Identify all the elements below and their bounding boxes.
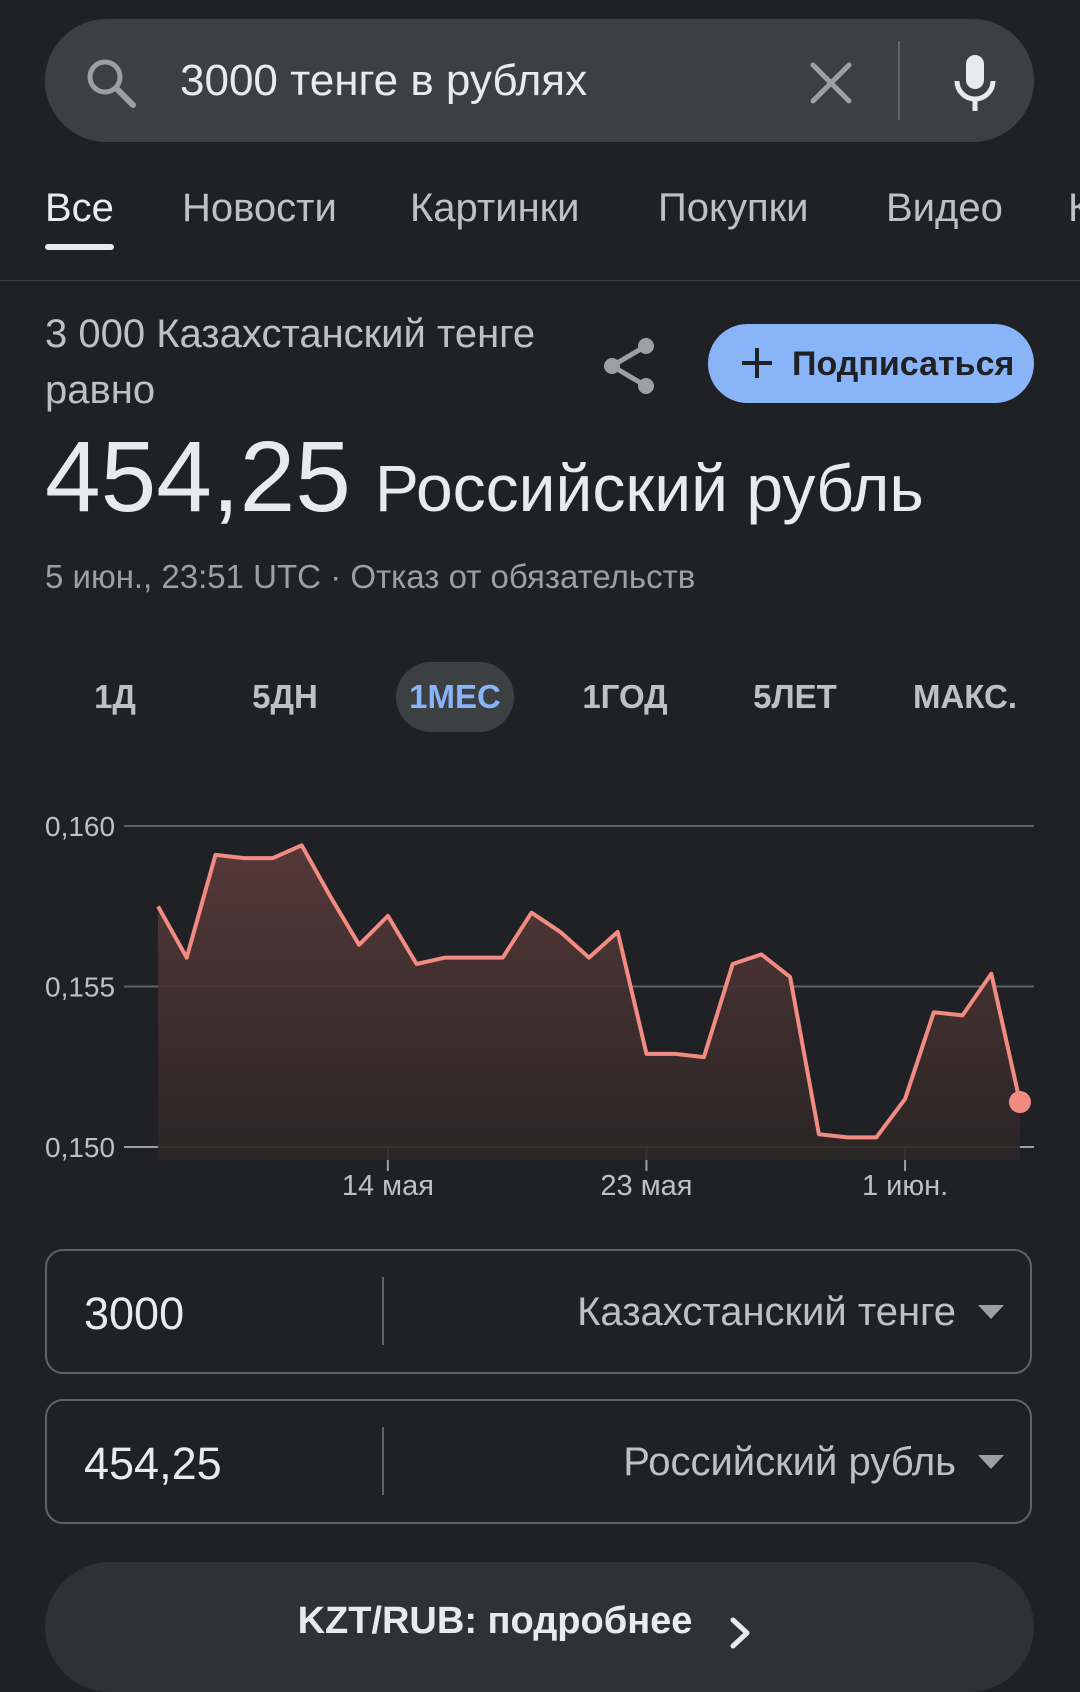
chart-area-fill [158,845,1020,1160]
data-point [471,955,477,961]
from-divider [382,1277,384,1345]
data-point [931,1009,937,1015]
search-divider [898,41,900,120]
tab-images[interactable]: Картинки [410,184,580,232]
data-point [787,974,793,980]
from-converter: 3000 Казахстанский тенге [45,1249,1032,1374]
result-currency: Российский рубль [374,451,924,525]
subscribe-button[interactable]: Подписаться [708,324,1034,403]
range-5d[interactable]: 5ДН [230,662,340,732]
meta-separator: · [330,558,342,595]
data-point [327,894,333,900]
timestamp: 5 июн., 23:51 UTC [45,558,322,595]
close-icon[interactable] [807,59,855,107]
data-point [845,1134,851,1140]
tab-overflow[interactable]: К [1068,184,1080,232]
data-point [988,971,994,977]
x-tick-label: 1 июн. [862,1170,948,1202]
conversion-meta: 5 июн., 23:51 UTC · Отказ от обязательст… [45,558,695,596]
tab-news[interactable]: Новости [182,184,337,232]
range-1m[interactable]: 1МЕС [396,662,514,732]
plus-icon [742,348,772,378]
range-selector: 1Д 5ДН 1МЕС 1ГОД 5ЛЕТ МАКС. [0,662,1080,732]
result-value: 454,25 [45,421,351,533]
conversion-result: 454,25 Российский рубль [45,420,924,535]
search-icon [87,59,136,108]
more-details-button[interactable]: KZT/RUB: подробнее [45,1562,1034,1692]
data-point [816,1131,822,1137]
chevron-right-icon [730,1617,750,1649]
range-1y[interactable]: 1ГОД [570,662,680,732]
microphone-icon[interactable] [945,51,1005,115]
dropdown-caret-icon[interactable] [976,1453,1006,1471]
data-point [299,842,305,848]
tab-video[interactable]: Видео [886,184,1003,232]
to-currency-select[interactable]: Российский рубль [623,1437,956,1487]
y-tick-label: 0,155 [45,972,115,1003]
data-point [586,955,592,961]
share-icon[interactable] [600,336,660,396]
data-point [758,951,764,957]
data-point [529,910,535,916]
data-point [730,961,736,967]
search-tabs: Все Новости Картинки Покупки Видео К [0,170,1080,281]
data-point [356,942,362,948]
exchange-rate-chart[interactable]: 0,160 0,155 0,150 14 мая 23 мая 1 июн. [0,790,1080,1220]
x-tick-label: 14 мая [342,1170,434,1202]
data-point [643,1051,649,1057]
from-amount-input[interactable]: 3000 [84,1287,184,1341]
range-1d[interactable]: 1Д [70,662,160,732]
data-point [615,929,621,935]
more-details-label: KZT/RUB: подробнее [297,1600,693,1642]
data-point [212,852,218,858]
data-point [873,1134,879,1140]
from-currency-select[interactable]: Казахстанский тенге [577,1287,956,1337]
range-max[interactable]: МАКС. [900,662,1030,732]
x-tick-label: 23 мая [600,1170,692,1202]
data-point [270,855,276,861]
to-converter: 454,25 Российский рубль [45,1399,1032,1524]
data-point [960,1012,966,1018]
y-tick-label: 0,150 [45,1132,115,1163]
data-point [902,1096,908,1102]
subscribe-label: Подписаться [792,345,1015,383]
disclaimer-link[interactable]: Отказ от обязательств [350,558,695,595]
data-point [701,1054,707,1060]
data-point [184,955,190,961]
data-point [155,903,161,909]
data-point [500,955,506,961]
conversion-subtitle: 3 000 Казахстанский тенге равно [45,312,536,412]
data-point [557,929,563,935]
current-value-dot [1009,1091,1031,1114]
range-5y[interactable]: 5ЛЕТ [740,662,850,732]
y-tick-label: 0,160 [45,811,115,842]
search-bar[interactable]: 3000 тенге в рублях [45,19,1034,142]
dropdown-caret-icon[interactable] [976,1303,1006,1321]
data-point [442,955,448,961]
search-input[interactable]: 3000 тенге в рублях [180,55,587,107]
data-point [414,961,420,967]
to-amount-input[interactable]: 454,25 [84,1437,222,1491]
data-point [241,855,247,861]
active-tab-indicator [45,244,114,250]
data-point [672,1051,678,1057]
data-point [385,913,391,919]
tab-all[interactable]: Все [45,184,114,232]
tab-shopping[interactable]: Покупки [658,184,808,232]
to-divider [382,1427,384,1495]
